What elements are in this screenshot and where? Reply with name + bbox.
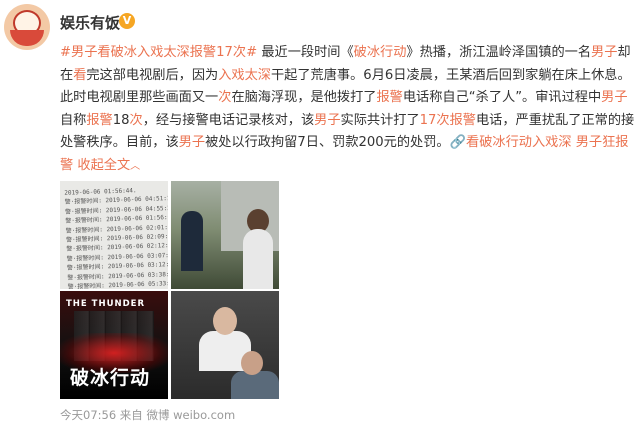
post-text-segment: 实际共计打了 bbox=[340, 112, 420, 128]
highlight-text: 次 bbox=[218, 90, 232, 105]
call-log-text: 2019-06-06 01:56:44. 警·报警时间: 2019-06-06 … bbox=[64, 187, 168, 289]
man-figure bbox=[243, 229, 273, 289]
post-text-segment: 自称 bbox=[60, 112, 87, 128]
post-text-segment: 在脑海浮现，是他拨打了 bbox=[231, 90, 377, 105]
highlight-text: 看 bbox=[73, 67, 87, 83]
post-meta: 今天07:56 来自 微博 weibo.com bbox=[60, 407, 235, 423]
collapse-link[interactable]: 收起全文 bbox=[73, 158, 130, 173]
poster-chinese-title: 破冰行动 bbox=[70, 367, 151, 389]
post-text-segment: 18 bbox=[112, 112, 130, 128]
image-drama-still[interactable] bbox=[171, 291, 279, 399]
actor2-figure bbox=[231, 371, 279, 399]
verified-badge-icon: V bbox=[119, 13, 135, 29]
highlight-text: 入戏太深 bbox=[218, 67, 271, 83]
post-source[interactable]: 微博 weibo.com bbox=[146, 408, 235, 422]
poster-title: THE THUNDER bbox=[66, 299, 146, 309]
avatar[interactable] bbox=[4, 4, 50, 50]
post-text-segment: 完这部电视剧后，因为 bbox=[86, 67, 219, 83]
highlight-text: 男子 bbox=[591, 45, 618, 60]
collapse-caret-icon[interactable]: ︿ bbox=[130, 161, 140, 172]
topic-link[interactable]: #男子看破冰入戏太深报警17次# bbox=[60, 45, 257, 60]
highlight-text: 报警 bbox=[376, 90, 403, 105]
highlight-text: 报警 bbox=[86, 112, 113, 128]
post-text-segment: 》热播，浙江温岭泽国镇的一名 bbox=[406, 45, 592, 60]
post-text-segment: ，经与接警电话记录核对，该 bbox=[142, 112, 315, 128]
from-label: 来自 bbox=[116, 408, 147, 422]
highlight-text: 男子 bbox=[601, 90, 628, 105]
officer-figure bbox=[181, 211, 203, 271]
actor2-face bbox=[241, 351, 263, 375]
highlight-text: 破冰行动 bbox=[353, 45, 407, 60]
account-name[interactable]: 娱乐有饭 bbox=[60, 12, 120, 33]
post-text: #男子看破冰入戏太深报警17次# 最近一段时间《破冰行动》热播，浙江温岭泽国镇的… bbox=[60, 42, 636, 178]
actor-face bbox=[213, 307, 237, 335]
highlight-text: 17次报警 bbox=[419, 112, 476, 128]
post-text-segment: 最近一段时间《 bbox=[257, 45, 354, 60]
image-police-records[interactable]: 2019-06-06 01:56:44. 警·报警时间: 2019-06-06 … bbox=[60, 181, 168, 289]
highlight-text: 次 bbox=[129, 112, 143, 128]
post-time[interactable]: 今天07:56 bbox=[60, 408, 116, 422]
post-text-segment: 电话称自己“杀了人”。审讯过程中 bbox=[402, 90, 602, 105]
post-text-segment: 被处以行政拘留7日、罚款200元的处罚。 bbox=[205, 135, 450, 150]
highlight-text: 男子 bbox=[178, 135, 206, 150]
avatar-bowl-icon bbox=[10, 30, 44, 46]
image-drama-poster[interactable]: THE THUNDER 破冰行动 bbox=[60, 291, 168, 399]
highlight-text: 男子 bbox=[314, 112, 341, 128]
image-police-scene[interactable] bbox=[171, 181, 279, 289]
